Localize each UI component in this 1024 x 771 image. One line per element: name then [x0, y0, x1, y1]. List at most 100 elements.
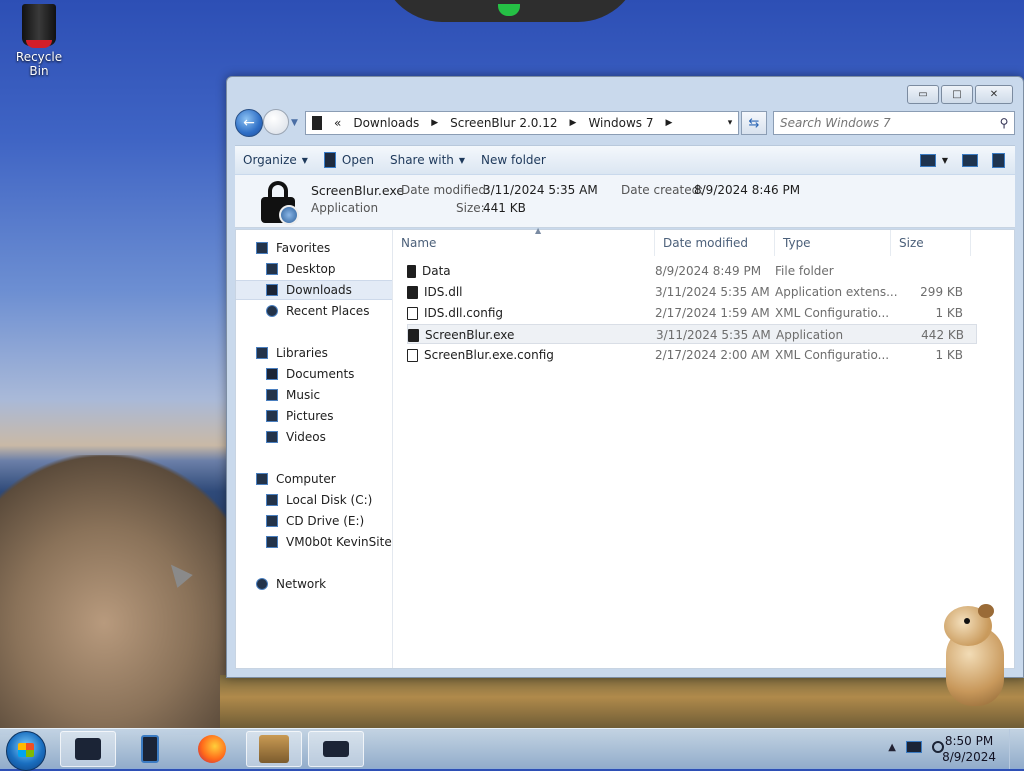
- taskbar-app-tablet[interactable]: [122, 731, 178, 767]
- file-size: 442 KB: [921, 328, 964, 342]
- nav-videos[interactable]: Videos: [236, 427, 392, 447]
- nav-music-label: Music: [286, 388, 321, 402]
- taskbar-firefox[interactable]: [184, 731, 240, 767]
- column-header-type[interactable]: Type: [775, 230, 891, 256]
- maximize-button[interactable]: □: [941, 85, 973, 104]
- nav-recent-places[interactable]: Recent Places: [236, 301, 392, 321]
- file-size: 1 KB: [935, 348, 963, 362]
- back-button[interactable]: ←: [235, 109, 263, 137]
- taskbar-bonzi[interactable]: [246, 731, 302, 767]
- share-with-button[interactable]: Share with ▼: [382, 153, 473, 167]
- file-date: 3/11/2024 5:35 AM: [655, 285, 770, 299]
- help-icon[interactable]: [992, 152, 1005, 168]
- nav-documents-label: Documents: [286, 367, 355, 381]
- nav-cd-drive-label: CD Drive (E:): [286, 514, 365, 528]
- display-icon[interactable]: [906, 741, 922, 753]
- window-controls: ▭ □ ✕: [907, 85, 1013, 104]
- minimize-button[interactable]: ▭: [907, 85, 939, 104]
- preview-pane-icon[interactable]: [962, 153, 978, 167]
- file-row-data[interactable]: Data 8/9/2024 8:49 PM File folder: [407, 261, 977, 281]
- chevron-down-icon: ▼: [301, 155, 308, 165]
- search-box[interactable]: ⚲: [773, 111, 1015, 135]
- file-name: IDS.dll.config: [424, 306, 504, 320]
- nav-network[interactable]: Network: [236, 574, 392, 594]
- nav-network-label: Network: [276, 577, 327, 591]
- clock[interactable]: 8:50 PM 8/9/2024: [942, 733, 996, 765]
- downloads-icon: [266, 284, 278, 296]
- address-bar[interactable]: « Downloads ▶ ScreenBlur 2.0.12 ▶ Window…: [305, 111, 739, 135]
- column-header-date-modified[interactable]: Date modified: [655, 230, 775, 256]
- search-icon[interactable]: ⚲: [994, 116, 1014, 130]
- close-icon: ✕: [989, 89, 999, 100]
- close-button[interactable]: ✕: [975, 85, 1013, 104]
- nav-libraries[interactable]: Libraries: [236, 343, 392, 363]
- nav-computer[interactable]: Computer: [236, 469, 392, 489]
- details-date-modified: 3/11/2024 5:35 AM: [483, 183, 598, 197]
- details-file-type: Application: [311, 201, 379, 215]
- desktop-icon-recycle-bin[interactable]: Recycle Bin: [6, 4, 72, 78]
- dll-file-icon: [407, 285, 418, 299]
- libraries-icon: [256, 347, 268, 359]
- nav-local-disk[interactable]: Local Disk (C:): [236, 490, 392, 510]
- file-row-ids-dll[interactable]: IDS.dll 3/11/2024 5:35 AM Application ex…: [407, 282, 977, 302]
- details-date-created: 8/9/2024 8:46 PM: [694, 183, 801, 197]
- new-folder-button[interactable]: New folder: [473, 153, 554, 167]
- forward-button[interactable]: [263, 109, 289, 135]
- address-arrow-icon[interactable]: ▶: [659, 118, 678, 128]
- details-date-modified-label: Date modified:: [401, 183, 491, 197]
- nav-network-share[interactable]: VM0b0t KevinSite: [236, 532, 392, 552]
- search-input[interactable]: [774, 115, 994, 131]
- nav-documents[interactable]: Documents: [236, 364, 392, 384]
- videos-icon: [266, 431, 278, 443]
- hamster-mascot[interactable]: [940, 604, 1006, 708]
- hamster-app-icon: [259, 735, 289, 763]
- show-hidden-icons-button[interactable]: ▲: [888, 742, 896, 753]
- address-segment-screenblur[interactable]: ScreenBlur 2.0.12: [444, 116, 563, 130]
- explorer-icon: [75, 738, 101, 760]
- chevron-down-icon: ▼: [458, 155, 466, 165]
- system-tray: ▲: [888, 741, 944, 753]
- file-row-screenblur-exe[interactable]: ScreenBlur.exe 3/11/2024 5:35 AM Applica…: [407, 324, 977, 344]
- start-button[interactable]: [6, 731, 46, 771]
- open-button[interactable]: Open: [316, 152, 382, 168]
- nav-pictures[interactable]: Pictures: [236, 406, 392, 426]
- show-desktop-button[interactable]: [1009, 729, 1024, 769]
- organize-button[interactable]: Organize ▼: [235, 153, 316, 167]
- folder-icon: [407, 264, 416, 278]
- file-type: Application extens...: [775, 285, 898, 299]
- explorer-window: ▭ □ ✕ ← ▼ « Downloads ▶ ScreenBlur 2.0.1…: [226, 76, 1024, 678]
- new-folder-label: New folder: [481, 153, 546, 167]
- address-arrow-icon[interactable]: ▶: [564, 118, 583, 128]
- file-date: 3/11/2024 5:35 AM: [656, 328, 771, 342]
- nav-favorites[interactable]: Favorites: [256, 238, 412, 258]
- nav-music[interactable]: Music: [236, 385, 392, 405]
- address-dropdown-icon[interactable]: ▾: [722, 118, 738, 128]
- file-row-ids-dll-config[interactable]: IDS.dll.config 2/17/2024 1:59 AM XML Con…: [407, 303, 977, 323]
- column-header-name[interactable]: Name: [393, 230, 655, 256]
- column-header-size[interactable]: Size: [891, 230, 971, 256]
- favorites-star-icon: [256, 242, 268, 254]
- open-app-icon: [323, 152, 336, 168]
- nav-desktop[interactable]: Desktop: [236, 259, 392, 279]
- nav-downloads[interactable]: Downloads: [236, 280, 392, 300]
- view-controls: ▼: [919, 152, 1015, 168]
- address-overflow[interactable]: «: [328, 116, 347, 130]
- nav-videos-label: Videos: [286, 430, 326, 444]
- taskbar-app-screen[interactable]: [308, 731, 364, 767]
- view-options-icon[interactable]: ▼: [942, 156, 948, 165]
- file-row-screenblur-exe-config[interactable]: ScreenBlur.exe.config 2/17/2024 2:00 AM …: [407, 345, 977, 365]
- address-segment-windows7[interactable]: Windows 7: [582, 116, 659, 130]
- navigation-row: ← ▼ « Downloads ▶ ScreenBlur 2.0.12 ▶ Wi…: [235, 109, 1015, 137]
- recycle-bin-label: Recycle Bin: [15, 50, 63, 78]
- refresh-button[interactable]: ⇆: [741, 111, 767, 135]
- clock-time: 8:50 PM: [944, 734, 994, 748]
- nav-cd-drive[interactable]: CD Drive (E:): [236, 511, 392, 531]
- file-size: 299 KB: [920, 285, 963, 299]
- address-segment-downloads[interactable]: Downloads: [347, 116, 425, 130]
- navigation-pane: Favorites Desktop Downloads Recent Place…: [236, 230, 393, 668]
- recent-pages-dropdown[interactable]: ▼: [291, 118, 298, 128]
- address-arrow-icon[interactable]: ▶: [425, 118, 444, 128]
- taskbar-explorer[interactable]: [60, 731, 116, 767]
- change-view-icon[interactable]: [919, 153, 936, 167]
- computer-icon: [256, 473, 268, 485]
